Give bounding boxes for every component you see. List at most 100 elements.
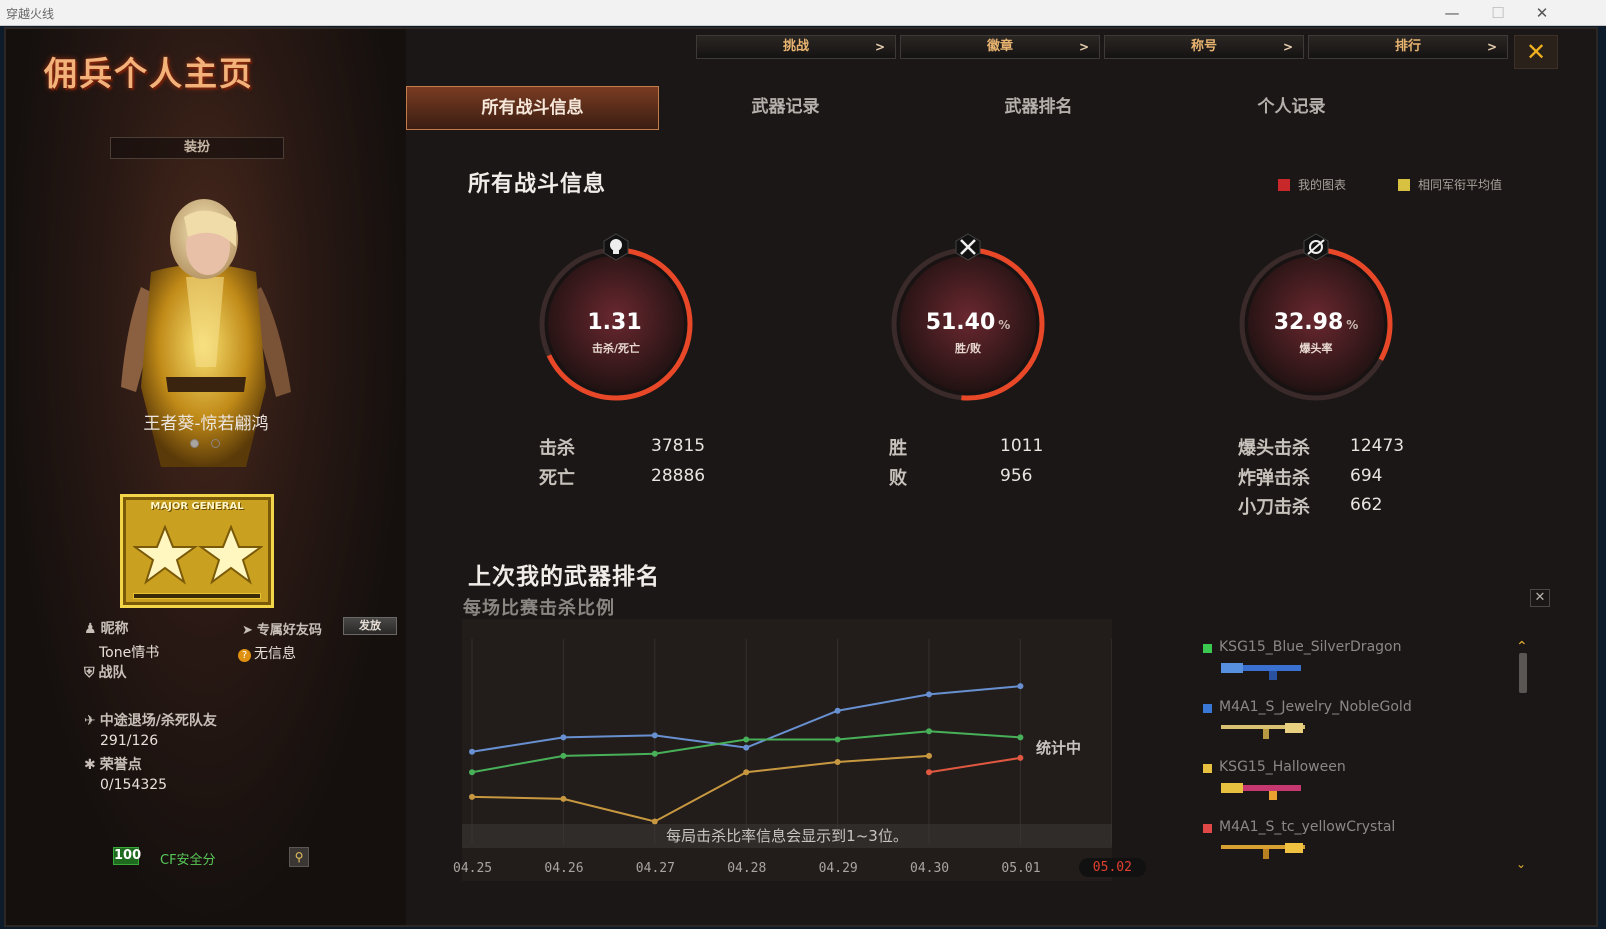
date-tick-label[interactable]: 04.25 (453, 861, 492, 876)
battle-info-title: 所有战斗信息 (468, 172, 607, 197)
data-point[interactable] (560, 752, 567, 759)
weapon-name: M4A1_S_tc_yellowCrystal (1219, 819, 1396, 835)
close-page-button[interactable]: ✕ (1514, 35, 1558, 69)
shotgun-icon (1221, 663, 1301, 680)
data-point[interactable] (469, 793, 475, 800)
quit-value: 291/126 (100, 733, 159, 749)
wins-value: 1011 (1000, 436, 1044, 456)
losses-value: 956 (1000, 466, 1033, 486)
data-point[interactable] (834, 759, 841, 765)
shotgun-icon (1221, 783, 1301, 800)
chevron-right-icon: > (1078, 40, 1089, 54)
carousel-dot[interactable] (190, 439, 199, 448)
scroll-thumb[interactable] (1519, 653, 1527, 693)
data-point[interactable] (1017, 754, 1024, 761)
team-shield-icon: ⛨ (84, 665, 95, 681)
date-tick-label[interactable]: 04.29 (819, 861, 858, 876)
gauge-winrate: 51.40% 胜/败 (888, 233, 1088, 444)
nickname-label: ♟ 昵称 (84, 621, 129, 637)
tag-icon: ➤ (242, 623, 253, 638)
topnav-label: 称号 (1190, 39, 1217, 54)
tab-personal-records[interactable]: 个人记录 (1165, 86, 1418, 130)
data-point[interactable] (743, 736, 750, 743)
send-friend-code-button[interactable]: 发放 (343, 617, 397, 635)
headshot-icon (1303, 233, 1329, 261)
data-point[interactable] (926, 752, 932, 759)
gauge-value: 1.31 (587, 310, 642, 335)
window-close-button[interactable]: ✕ (1522, 3, 1562, 23)
tab-all-battle-info[interactable]: 所有战斗信息 (406, 86, 659, 130)
crossed-guns-icon (955, 233, 981, 261)
gauge-kd: 1.31 击杀/死亡 (536, 233, 736, 444)
list-item[interactable]: M4A1_S_tc_yellowCrystal (1201, 819, 1481, 879)
data-point[interactable] (1017, 683, 1024, 690)
topnav-badge[interactable]: 徽章 > (900, 35, 1100, 59)
data-point[interactable] (469, 769, 475, 776)
gauge-label: 爆头率 (1299, 342, 1333, 355)
carousel-dot[interactable] (211, 439, 220, 448)
losses-label: 败 (889, 468, 907, 489)
character-name: 王者葵-惊若翩鸿 (143, 414, 269, 434)
user-icon: ♟ (84, 621, 97, 637)
data-point[interactable] (651, 732, 658, 739)
carousel-dots (190, 439, 220, 448)
outfit-button[interactable]: 装扮 (110, 137, 284, 159)
data-point[interactable] (834, 736, 841, 743)
date-tick-label[interactable]: 04.30 (910, 861, 949, 876)
tab-weapon-ranking[interactable]: 武器排名 (912, 86, 1165, 130)
list-item[interactable]: KSG15_Blue_SilverDragon (1201, 639, 1481, 699)
tab-weapon-records[interactable]: 武器记录 (659, 86, 912, 130)
data-point[interactable] (926, 691, 932, 698)
game-frame: 佣兵个人主页 挑战 > 徽章 > 称号 > 排行 > ✕ 所有战斗信息 武器记录… (4, 27, 1598, 927)
chevron-right-icon: > (874, 40, 885, 54)
data-point[interactable] (469, 748, 475, 755)
date-tick-label[interactable]: 05.01 (1001, 861, 1040, 876)
date-tick-label[interactable]: 04.27 (636, 861, 675, 876)
gauge-value: 32.98% (1273, 310, 1359, 335)
rank-progress-bar (133, 593, 261, 599)
headshot-kills-value: 12473 (1350, 436, 1405, 456)
honor-label: ✱ 荣誉点 (84, 757, 142, 773)
search-icon[interactable]: ⚲ (289, 847, 309, 867)
data-point[interactable] (560, 795, 567, 802)
knife-kills-value: 662 (1350, 495, 1383, 515)
weapon-list-scrollbar[interactable]: ⌃ ⌄ (1516, 639, 1528, 871)
weapon-rank-subtitle: 每场比赛击杀比例 (463, 598, 615, 619)
topnav-title[interactable]: 称号 > (1104, 35, 1304, 59)
weapon-swatch (1203, 764, 1212, 773)
main-tabs: 所有战斗信息 武器记录 武器排名 个人记录 (406, 86, 1596, 132)
kills-value: 37815 (651, 436, 706, 456)
weapon-name: M4A1_S_Jewelry_NobleGold (1219, 699, 1412, 715)
list-item[interactable]: M4A1_S_Jewelry_NobleGold (1201, 699, 1481, 759)
weapon-swatch (1203, 704, 1212, 713)
bomb-kills-label: 炸弹击杀 (1238, 468, 1310, 489)
team-label: ⛨ 战队 (84, 665, 127, 681)
list-item[interactable]: KSG15_Halloween (1201, 759, 1481, 819)
date-tick-label[interactable]: 04.26 (544, 861, 583, 876)
friend-code-label: ➤ 专属好友码 (242, 623, 322, 638)
chevron-down-icon[interactable]: ⌄ (1516, 857, 1526, 871)
maximize-button[interactable]: ☐ (1478, 3, 1518, 23)
chart-note: 每局击杀比率信息会显示到1~3位。 (462, 824, 1112, 848)
data-point[interactable] (560, 734, 567, 741)
close-icon[interactable]: ✕ (1530, 589, 1550, 607)
topnav-challenge[interactable]: 挑战 > (696, 35, 896, 59)
weapon-name: KSG15_Blue_SilverDragon (1219, 639, 1402, 655)
data-point[interactable] (1017, 734, 1024, 741)
topnav-ranking[interactable]: 排行 > (1308, 35, 1508, 59)
nickname-value: Tone情书 (99, 645, 160, 661)
data-point[interactable] (926, 728, 932, 735)
gauge-value: 51.40% (925, 310, 1011, 335)
data-point[interactable] (926, 769, 932, 776)
data-point[interactable] (743, 744, 750, 751)
gauge-headshot: 32.98% 爆头率 (1236, 233, 1436, 444)
minimize-button[interactable]: — (1432, 3, 1472, 23)
data-point[interactable] (743, 769, 750, 776)
left-background (6, 29, 406, 925)
data-point[interactable] (834, 707, 841, 714)
data-point[interactable] (651, 750, 658, 757)
date-tick-label[interactable]: 04.28 (727, 861, 766, 876)
date-tick-label[interactable]: 05.02 (1078, 858, 1146, 877)
weapon-rank-title: 上次我的武器排名 (468, 564, 660, 590)
weapon-swatch (1203, 644, 1212, 653)
